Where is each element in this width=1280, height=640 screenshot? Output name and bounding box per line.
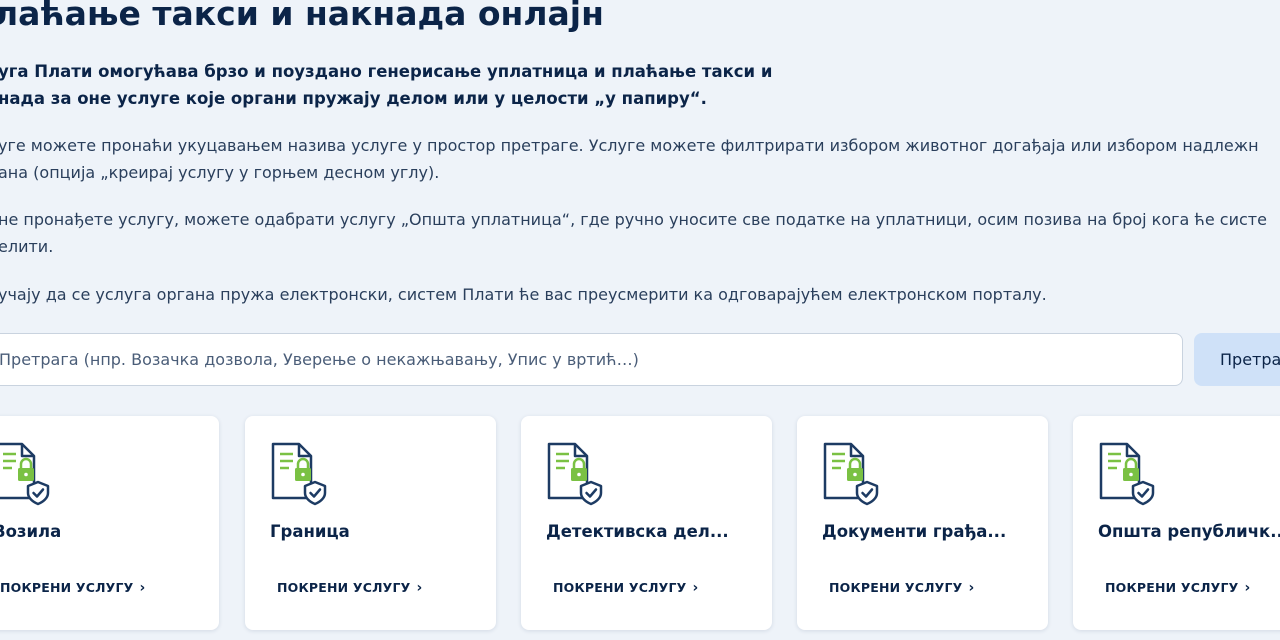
service-card-citizen-documents[interactable]: Документи грађа... ПОКРЕНИ УСЛУГУ › [797, 416, 1048, 630]
search-instructions: уге можете пронаћи укуцавањем назива усл… [0, 132, 1259, 186]
service-card-border[interactable]: Граница ПОКРЕНИ УСЛУГУ › [245, 416, 496, 630]
start-service-label: ПОКРЕНИ УСЛУГУ [1105, 580, 1239, 595]
paragraph-line: уге можете пронаћи укуцавањем назива усл… [0, 136, 1259, 155]
chevron-right-icon: › [968, 580, 975, 596]
chevron-right-icon: › [416, 580, 423, 596]
start-service-label: ПОКРЕНИ УСЛУГУ [829, 580, 963, 595]
card-title: Детективска дел... [546, 522, 729, 541]
service-card-detective[interactable]: Детективска дел... ПОКРЕНИ УСЛУГУ › [521, 416, 772, 630]
search-box [0, 333, 1183, 386]
intro-lead-line: уга Плати омогућава брзо и поуздано гене… [0, 62, 773, 81]
start-service-link[interactable]: ПОКРЕНИ УСЛУГУ › [1105, 580, 1251, 596]
start-service-link[interactable]: ПОКРЕНИ УСЛУГУ › [553, 580, 699, 596]
page-title: лаћање такси и накнада онлајн [0, 0, 604, 33]
start-service-label: ПОКРЕНИ УСЛУГУ [553, 580, 687, 595]
general-slip-instructions: не пронађете услугу, можете одабрати усл… [0, 206, 1267, 260]
card-title: Документи грађа... [822, 522, 1007, 541]
intro-lead-line: нада за оне услуге које органи пружају д… [0, 89, 707, 108]
start-service-link[interactable]: ПОКРЕНИ УСЛУГУ › [829, 580, 975, 596]
card-title: Општа републичк... [1098, 522, 1280, 541]
chevron-right-icon: › [139, 580, 146, 596]
paragraph-line: елити. [0, 237, 54, 256]
intro-lead: уга Плати омогућава брзо и поуздано гене… [0, 58, 772, 112]
service-card-vehicles[interactable]: Возила ПОКРЕНИ УСЛУГУ › [0, 416, 219, 630]
document-lock-shield-icon [0, 442, 50, 506]
search-input[interactable] [0, 334, 1159, 385]
paragraph-line: не пронађете услугу, можете одабрати усл… [0, 210, 1267, 229]
paragraph-line: учају да се услуга органа пружа електрон… [0, 285, 1047, 304]
redirect-note: учају да се услуга органа пружа електрон… [0, 281, 1047, 308]
start-service-link[interactable]: ПОКРЕНИ УСЛУГУ › [277, 580, 423, 596]
card-title: Граница [270, 522, 350, 541]
chevron-right-icon: › [1244, 580, 1251, 596]
start-service-label: ПОКРЕНИ УСЛУГУ [277, 580, 411, 595]
service-card-general-republic[interactable]: Општа републичк... ПОКРЕНИ УСЛУГУ › [1073, 416, 1280, 630]
card-title: Возила [0, 522, 62, 541]
chevron-right-icon: › [692, 580, 699, 596]
document-lock-shield-icon [547, 442, 603, 506]
document-lock-shield-icon [271, 442, 327, 506]
search-button[interactable]: Претраж [1194, 333, 1280, 386]
document-lock-shield-icon [823, 442, 879, 506]
document-lock-shield-icon [1099, 442, 1155, 506]
paragraph-line: ана (опција „креирај услугу у горњем дес… [0, 163, 440, 182]
start-service-label: ПОКРЕНИ УСЛУГУ [0, 580, 134, 595]
start-service-link[interactable]: ПОКРЕНИ УСЛУГУ › [0, 580, 146, 596]
